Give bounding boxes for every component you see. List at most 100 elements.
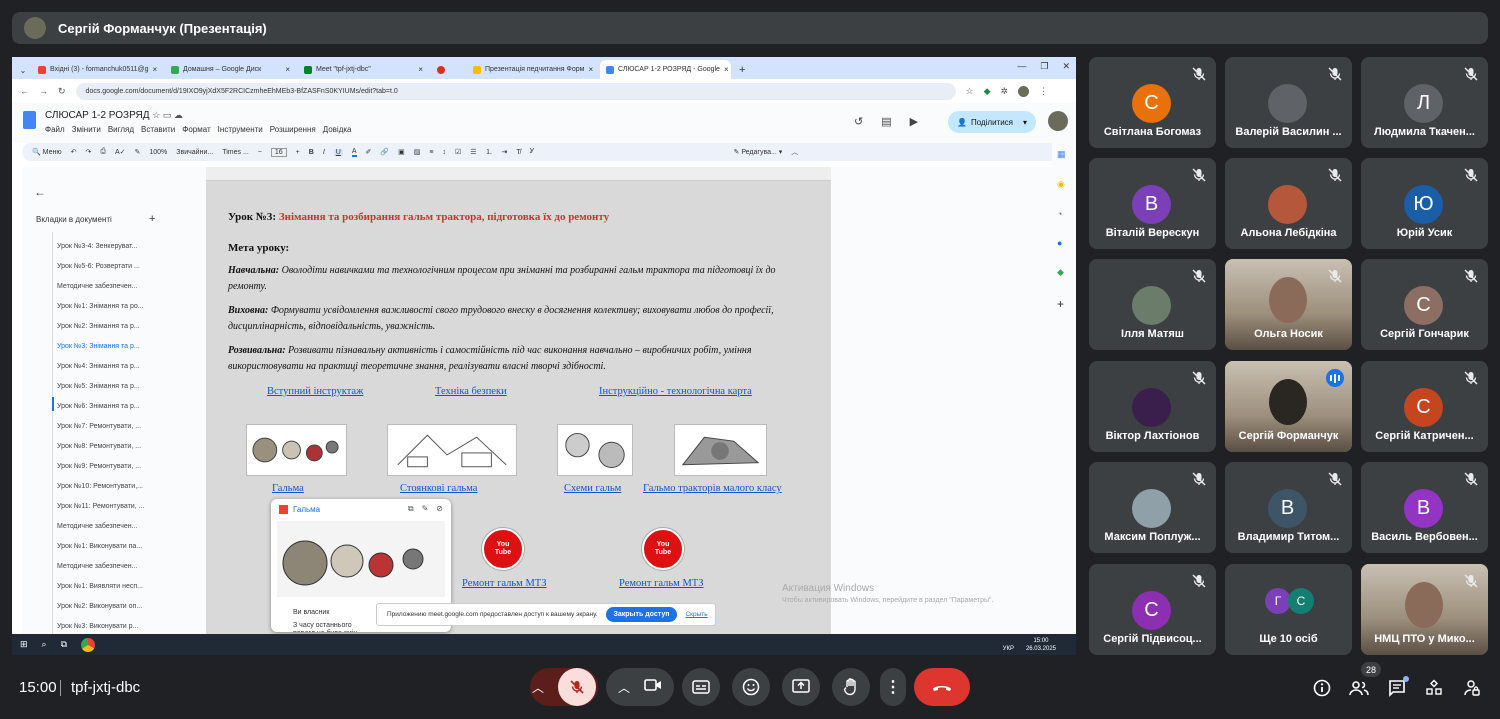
font-size-decrease[interactable]: −: [258, 149, 262, 156]
minimize-icon[interactable]: —: [1017, 61, 1026, 72]
outline-item[interactable]: Урок №8: Ремонтувати, ...: [57, 440, 169, 460]
outline-item[interactable]: Урок №1: Виявляти несп...: [57, 580, 169, 600]
participant-tile[interactable]: НМЦ ПТО у Мико...: [1361, 564, 1488, 655]
input-tools-icon[interactable]: Ꭹ: [530, 148, 535, 156]
outline-item[interactable]: Урок №5: Знімання та р...: [57, 380, 169, 400]
clear-format-icon[interactable]: T̸: [516, 149, 520, 156]
highlight-icon[interactable]: ✐: [366, 148, 372, 156]
close-icon[interactable]: ×: [285, 65, 290, 74]
mic-off-icon[interactable]: [558, 668, 596, 706]
raise-hand-button[interactable]: [832, 668, 870, 706]
style-select[interactable]: Звичайни...: [176, 149, 213, 156]
youtube-thumbnail[interactable]: You Tube: [642, 528, 684, 570]
microphone-control[interactable]: ︿: [530, 668, 598, 706]
back-icon[interactable]: ←: [20, 86, 29, 96]
edit-mode-select[interactable]: ✎ Редагува... ▾: [734, 148, 783, 156]
outline-item[interactable]: Урок №10: Ремонтувати,...: [57, 480, 169, 500]
outline-item[interactable]: Урок №3: Знімання та р...: [57, 340, 169, 360]
captions-button[interactable]: [682, 668, 720, 706]
participant-tile[interactable]: В Василь Вербовен...: [1361, 462, 1488, 553]
participant-tile[interactable]: Альона Лебідкіна: [1225, 158, 1352, 249]
taskbar-clock[interactable]: УКР15:00 26.03.2025: [1003, 637, 1056, 653]
meet-video-icon[interactable]: ▶: [910, 115, 918, 128]
close-icon[interactable]: ×: [724, 65, 729, 74]
participant-tile[interactable]: Ю Юрій Усик: [1361, 158, 1488, 249]
keep-icon[interactable]: ◉: [1057, 179, 1076, 190]
forward-icon[interactable]: →: [39, 86, 48, 96]
link-small-tractor-brake[interactable]: Гальмо тракторів малого класу: [643, 483, 782, 494]
outline-item[interactable]: Урок №7: Ремонтувати, ...: [57, 420, 169, 440]
chevron-up-icon[interactable]: ︿: [618, 679, 630, 696]
participant-tile[interactable]: Віктор Лахтіонов: [1089, 361, 1216, 452]
browser-tab[interactable]: [431, 60, 465, 79]
participant-tile[interactable]: С Світлана Богомаз: [1089, 57, 1216, 148]
link-brake-schemes[interactable]: Схеми гальм: [564, 483, 621, 494]
people-button[interactable]: [1347, 676, 1371, 700]
brakes-image[interactable]: [246, 424, 347, 476]
parking-brakes-image[interactable]: [387, 424, 517, 476]
browser-tab-active[interactable]: СЛЮСАР 1-2 РОЗРЯД - Google ×: [600, 60, 731, 79]
link-icon[interactable]: 🔗: [380, 148, 389, 156]
participant-tile[interactable]: С Сергій Катричен...: [1361, 361, 1488, 452]
url-field[interactable]: docs.google.com/document/d/19IXO9yjXdX5F…: [75, 82, 956, 100]
profile-avatar[interactable]: [1018, 85, 1030, 97]
activities-button[interactable]: [1422, 676, 1446, 700]
close-icon[interactable]: ×: [153, 65, 158, 74]
outline-item[interactable]: Методичне забезпечен...: [57, 280, 169, 300]
spellcheck-icon[interactable]: A✓: [115, 148, 126, 156]
outline-item[interactable]: Урок №1: Виконувати па...: [57, 540, 169, 560]
bold-icon[interactable]: B: [309, 149, 314, 156]
align-icon[interactable]: ≡: [429, 149, 433, 156]
link-tech-card[interactable]: Інструкційно - технологічна карта: [599, 386, 752, 397]
menu-edit[interactable]: Змінити: [72, 125, 101, 134]
outline-item[interactable]: Урок №4: Знімання та р...: [57, 360, 169, 380]
outline-item[interactable]: Урок №1: Знімання та ро...: [57, 300, 169, 320]
windows-start-icon[interactable]: ⊞: [20, 639, 28, 650]
share-button[interactable]: 👤 Поділитися ▾: [948, 111, 1036, 133]
link-parking-brakes[interactable]: Стоянкові гальма: [400, 483, 477, 494]
close-window-icon[interactable]: ✕: [1062, 61, 1070, 72]
participant-tile[interactable]: Валерій Василин ...: [1225, 57, 1352, 148]
maximize-icon[interactable]: ❐: [1040, 61, 1048, 72]
ruler[interactable]: [206, 167, 831, 181]
host-controls-button[interactable]: [1460, 676, 1484, 700]
menu-file[interactable]: Файл: [45, 125, 65, 134]
outline-item[interactable]: Урок №2: Знімання та р...: [57, 320, 169, 340]
undo-icon[interactable]: ↶: [71, 148, 77, 156]
account-avatar[interactable]: [1048, 111, 1068, 131]
link-intro-briefing[interactable]: Вступний інструктаж: [267, 386, 363, 397]
italic-icon[interactable]: I: [323, 149, 325, 156]
participant-tile[interactable]: Сергій Форманчук: [1225, 361, 1352, 452]
edit-link-icon[interactable]: ✎: [422, 504, 429, 514]
tab-search-icon[interactable]: ⌄: [16, 66, 30, 79]
outline-item[interactable]: Урок №11: Ремонтувати, ...: [57, 500, 169, 520]
print-icon[interactable]: ⎙: [100, 148, 106, 156]
collapse-toolbar-icon[interactable]: ︿: [791, 147, 798, 157]
outline-item[interactable]: Урок №2: Виконувати оп...: [57, 600, 169, 620]
extension-icon[interactable]: ◆: [984, 86, 991, 97]
contacts-icon[interactable]: ●: [1057, 238, 1076, 248]
numbered-list-icon[interactable]: ⒈: [486, 147, 493, 157]
outline-item[interactable]: Методичне забезпечен...: [57, 520, 169, 540]
browser-menu-icon[interactable]: ⋮: [1039, 86, 1048, 97]
menu-view[interactable]: Вигляд: [108, 125, 134, 134]
participant-tile[interactable]: Г С Ще 10 осіб: [1225, 564, 1352, 655]
participant-tile[interactable]: С Сергій Підвисоц...: [1089, 564, 1216, 655]
calendar-icon[interactable]: ▦: [1057, 149, 1076, 160]
participant-tile[interactable]: Максим Поплуж...: [1089, 462, 1216, 553]
camera-control[interactable]: ︿: [606, 668, 674, 706]
comment-icon[interactable]: ▤: [881, 115, 891, 128]
history-icon[interactable]: ↺: [854, 115, 863, 128]
font-size-increase[interactable]: +: [296, 149, 300, 156]
participant-tile[interactable]: Ольга Носик: [1225, 259, 1352, 350]
menu-format[interactable]: Формат: [182, 125, 210, 134]
new-tab-icon[interactable]: +: [733, 64, 751, 79]
youtube-thumbnail[interactable]: You Tube: [482, 528, 524, 570]
maps-icon[interactable]: ◆: [1057, 267, 1076, 278]
outline-item[interactable]: Урок №6: Знімання та р...: [57, 400, 169, 420]
outline-item[interactable]: Урок №9: Ремонтувати, ...: [57, 460, 169, 480]
insert-image-icon[interactable]: ▨: [414, 148, 421, 156]
camera-icon[interactable]: [644, 678, 662, 697]
present-button[interactable]: [782, 668, 820, 706]
underline-icon[interactable]: U: [333, 148, 343, 156]
